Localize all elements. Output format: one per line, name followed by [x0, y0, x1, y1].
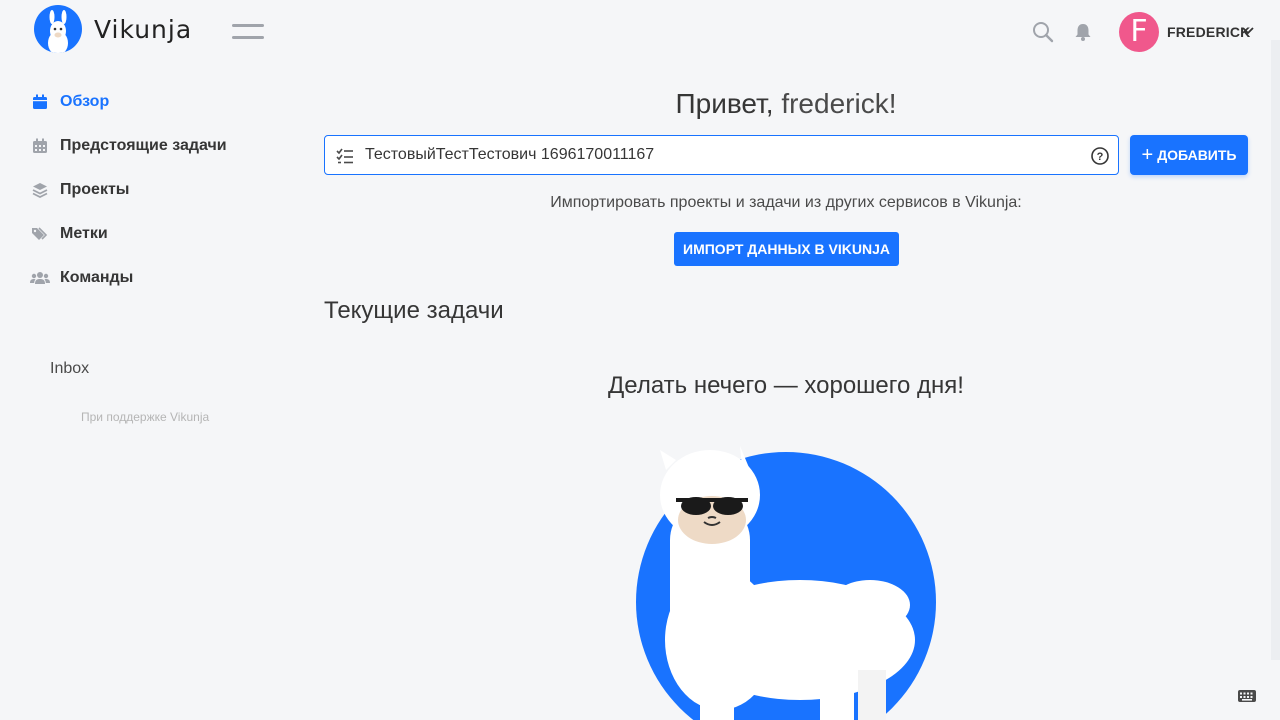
task-list-icon: [336, 148, 353, 164]
svg-text:?: ?: [1097, 151, 1104, 163]
llama-illustration: [636, 446, 936, 720]
sidebar-item-projects[interactable]: Проекты: [30, 168, 290, 212]
keyboard-shortcuts-icon[interactable]: [1237, 688, 1257, 704]
chevron-down-icon[interactable]: [1241, 26, 1255, 36]
menu-toggle-button[interactable]: [232, 24, 264, 40]
menu-bar: [232, 24, 264, 27]
empty-tasks-message: Делать нечего — хорошего дня!: [608, 372, 964, 399]
greeting-prefix: Привет,: [675, 88, 782, 119]
powered-by[interactable]: При поддержке Vikunja: [81, 410, 209, 424]
sidebar-item-label: Проекты: [60, 181, 130, 198]
sidebar-item-label: Метки: [60, 225, 108, 242]
menu-bar: [232, 36, 264, 39]
brand-name: Vikunja: [94, 14, 193, 44]
plus-icon: +: [1141, 144, 1154, 166]
logo[interactable]: Vikunja: [34, 5, 192, 53]
add-task-field[interactable]: ?: [324, 135, 1119, 175]
sidebar-item-teams[interactable]: Команды: [30, 256, 290, 300]
add-task-input[interactable]: [365, 136, 1075, 174]
import-description: Импортировать проекты и задачи из других…: [550, 194, 1022, 211]
tags-icon: [30, 224, 50, 244]
sidebar-item-label: Обзор: [60, 93, 110, 110]
calendar-grid-icon: [30, 136, 50, 156]
llama-logo-icon: [34, 5, 82, 53]
avatar[interactable]: F: [1119, 12, 1159, 52]
greeting-name: frederick!: [781, 88, 897, 119]
sidebar-item-upcoming[interactable]: Предстоящие задачи: [30, 124, 290, 168]
sidebar-item-label: Предстоящие задачи: [60, 137, 227, 154]
bell-icon[interactable]: [1073, 22, 1093, 42]
scrollbar[interactable]: [1271, 40, 1280, 660]
layers-icon: [30, 180, 50, 200]
sidebar-item-label: Команды: [60, 269, 134, 286]
users-icon: [30, 268, 50, 288]
username-menu[interactable]: FREDERICK: [1167, 24, 1250, 40]
sidebar-item-overview[interactable]: Обзор: [30, 80, 290, 124]
page-title: Привет, frederick!: [324, 88, 1248, 120]
add-task-button[interactable]: + ДОБАВИТЬ: [1130, 135, 1248, 175]
sidebar: Обзор Предстоящие задачи Проекты Метки К…: [30, 80, 290, 300]
add-button-label: ДОБАВИТЬ: [1157, 147, 1237, 163]
search-icon[interactable]: [1032, 21, 1054, 43]
project-inbox[interactable]: Inbox: [50, 360, 89, 378]
current-tasks-heading: Текущие задачи: [324, 297, 504, 324]
import-data-button[interactable]: ИМПОРТ ДАННЫХ В VIKUNJA: [674, 232, 899, 266]
help-icon[interactable]: ?: [1090, 146, 1110, 166]
sidebar-item-labels[interactable]: Метки: [30, 212, 290, 256]
calendar-icon: [30, 92, 50, 112]
